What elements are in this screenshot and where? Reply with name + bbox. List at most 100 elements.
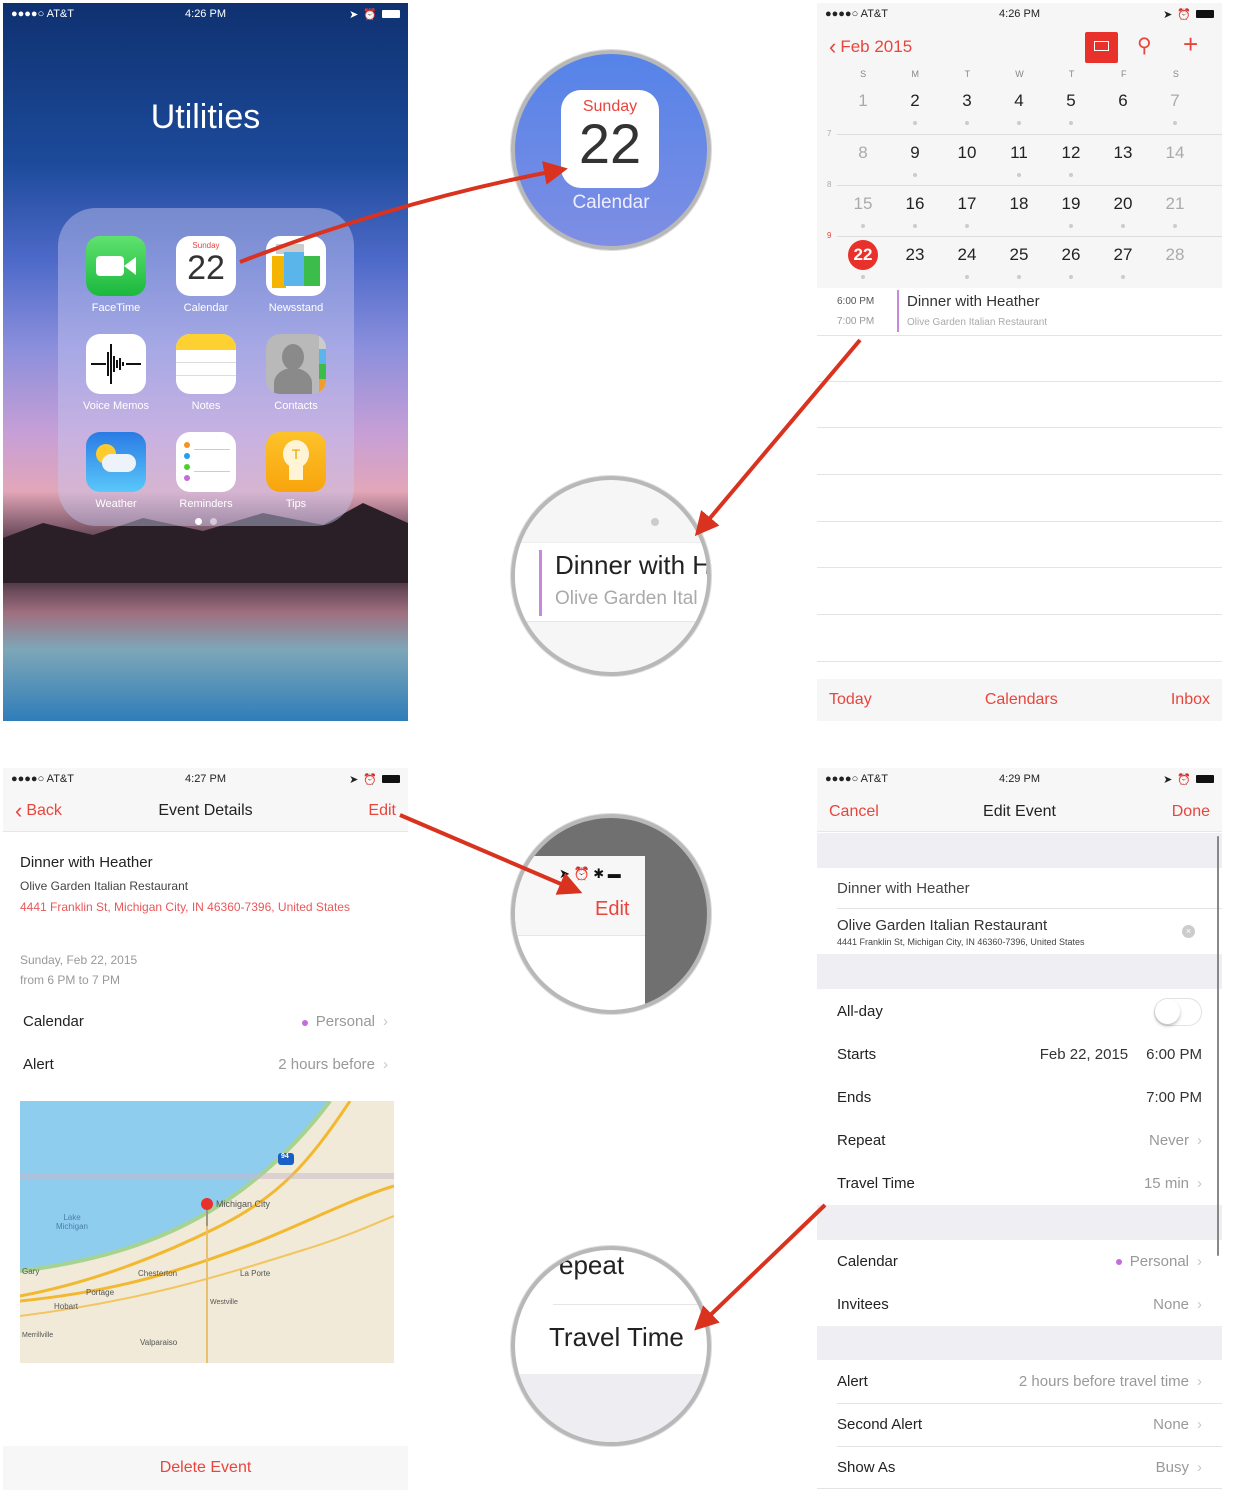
day-cell[interactable]: 25 [993,245,1045,287]
title-field[interactable]: Dinner with Heather [837,880,970,897]
day-cell[interactable]: 9 [889,143,941,185]
event-location: Olive Garden Italian Restaurant [907,317,1048,328]
day-cell[interactable]: 19 [1045,194,1097,236]
magnified-travel-time-label: Travel Time [549,1322,684,1352]
app-contacts[interactable]: Contacts [250,334,342,412]
voice-memos-icon [86,334,146,394]
app-facetime[interactable]: FaceTime [70,236,162,314]
weekday-header: T [964,69,971,79]
day-cell[interactable]: 2 [889,91,941,133]
calendars-button[interactable]: Calendars [985,691,1058,709]
day-cell[interactable]: 13 [1097,143,1149,185]
day-cell[interactable]: 11 [993,143,1045,185]
event-indicator-dot [861,224,865,228]
app-notes[interactable]: Notes [160,334,252,412]
chevron-left-icon: ‹ [15,798,23,823]
day-cell[interactable]: 14 [1149,143,1201,185]
location-field[interactable]: Olive Garden Italian Restaurant [837,917,1047,934]
day-cell[interactable]: 18 [993,194,1045,236]
page-indicator[interactable] [3,518,408,525]
all-day-toggle[interactable] [1154,997,1202,1026]
day-cell[interactable]: 6 [1097,91,1149,133]
edit-button[interactable]: Edit [368,802,396,820]
day-cell[interactable]: 1 [837,91,889,133]
show-as-row[interactable]: Show As Busy › [817,1446,1222,1489]
event-indicator-dot [1121,224,1125,228]
day-cell[interactable]: 21 [1149,194,1201,236]
day-number: 7 [1170,91,1180,110]
day-cell[interactable]: 12 [1045,143,1097,185]
day-number: 17 [957,194,977,213]
event-indicator-dot [1173,121,1177,125]
address-link[interactable]: 4441 Franklin St, Michigan City, IN 4636… [20,898,380,916]
delete-event-button[interactable]: Delete Event [3,1446,408,1490]
day-cell[interactable]: 15 [837,194,889,236]
app-calendar[interactable]: Sunday 22 Calendar [160,236,252,314]
day-cell[interactable]: 3 [941,91,993,133]
done-button[interactable]: Done [1172,803,1210,821]
magnifier-edit: ➤ ⏰ ✱ ▬ Edit [511,814,711,1014]
cancel-button[interactable]: Cancel [829,803,879,821]
list-view-icon [1094,41,1109,51]
alert-row[interactable]: Alert 2 hours before › [23,1044,388,1084]
day-number: 4 [1014,91,1024,110]
search-icon[interactable]: ⚲ [1137,33,1152,58]
day-number: 21 [1165,194,1185,213]
event-indicator-dot [1069,121,1073,125]
location-map[interactable]: Lake Michigan Michigan City Chesterton L… [20,1101,394,1363]
calendar-color-dot [301,1019,308,1026]
app-voice-memos[interactable]: Voice Memos [70,334,162,412]
event-list-item[interactable]: 6:00 PM 7:00 PM Dinner with Heather Oliv… [817,290,1222,336]
clear-location-icon[interactable]: × [1182,925,1195,938]
day-cell[interactable]: 20 [1097,194,1149,236]
list-view-toggle[interactable] [1085,32,1118,63]
travel-time-row[interactable]: Travel Time 15 min › [817,1162,1222,1205]
calendar-color-bar [539,550,542,616]
invitees-row[interactable]: Invitees None › [817,1283,1222,1326]
day-cell[interactable]: 24 [941,245,993,287]
day-cell[interactable]: 26 [1045,245,1097,287]
day-cell[interactable]: 8 [837,143,889,185]
folder-title: Utilities [150,98,261,136]
scrollbar[interactable] [1217,836,1219,1256]
divider [817,427,1222,428]
app-label: Calendar [183,302,229,314]
day-cell[interactable]: 10 [941,143,993,185]
back-button[interactable]: ‹ Back [15,798,62,824]
inbox-button[interactable]: Inbox [1171,691,1210,709]
event-indicator-dot [1017,173,1021,177]
calendar-row[interactable]: Calendar Personal › [23,1001,388,1041]
day-cell[interactable]: 5 [1045,91,1097,133]
app-tips[interactable]: T Tips [250,432,342,510]
weekday-header: S [1172,69,1179,79]
day-number: 24 [957,245,977,264]
back-to-year-button[interactable]: ‹ Feb 2015 [829,34,912,60]
starts-row[interactable]: Starts Feb 22, 2015 6:00 PM [817,1033,1222,1076]
day-cell[interactable]: 27 [1097,245,1149,287]
day-cell[interactable]: 28 [1149,245,1201,287]
page-title: Event Details [158,802,253,819]
edit-event-navbar: Cancel Edit Event Done [817,797,1222,827]
day-cell[interactable]: 23 [889,245,941,287]
day-cell[interactable]: 16 [889,194,941,236]
day-number: 5 [1066,91,1076,110]
app-weather[interactable]: Weather [70,432,162,510]
app-reminders[interactable]: Reminders [160,432,252,510]
day-cell[interactable]: 7 [1149,91,1201,133]
today-button[interactable]: Today [829,691,872,709]
ends-row[interactable]: Ends 7:00 PM [817,1076,1222,1119]
day-cell[interactable]: 4 [993,91,1045,133]
app-newsstand[interactable]: Newsstand [250,236,342,314]
day-cell[interactable]: 17 [941,194,993,236]
calendar-app-label: Calendar [572,192,650,213]
map-label: Hobart [54,1302,79,1311]
chevron-right-icon: › [1197,1459,1202,1476]
second-alert-row[interactable]: Second Alert None › [817,1403,1222,1446]
magnifier-calendar-app: Sunday 22 Calendar [511,50,711,250]
repeat-row[interactable]: Repeat Never › [817,1119,1222,1162]
carrier-label: ●●●●○ AT&T [11,8,74,20]
add-event-icon[interactable]: + [1183,29,1198,60]
calendar-row[interactable]: Calendar Personal › [817,1240,1222,1283]
day-cell-selected[interactable]: 22 [837,240,889,287]
alert-row[interactable]: Alert 2 hours before travel time › [817,1360,1222,1403]
